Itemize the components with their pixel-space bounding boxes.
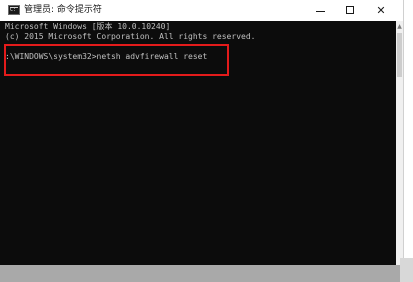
minimize-button[interactable] (305, 0, 335, 21)
window-edge (400, 258, 413, 282)
close-button[interactable]: ✕ (366, 0, 396, 21)
vertical-scrollbar[interactable]: ▲ (396, 21, 403, 265)
console-output[interactable]: Microsoft Windows [版本 10.0.10240] (c) 20… (0, 21, 396, 265)
highlight-annotation (4, 44, 229, 76)
scroll-thumb[interactable] (397, 33, 402, 77)
maximize-icon (346, 6, 354, 14)
window-title: 管理员: 命令提示符 (24, 5, 102, 15)
cmd-icon (8, 5, 20, 15)
command-prompt-window: 管理员: 命令提示符 ✕ Microsoft Windows [版本 10.0.… (0, 0, 404, 265)
taskbar-strip (0, 265, 413, 282)
close-icon: ✕ (376, 4, 386, 17)
scroll-up-icon[interactable]: ▲ (396, 23, 403, 30)
minimize-icon (316, 11, 325, 12)
console-line: Microsoft Windows [版本 10.0.10240] (5, 22, 171, 31)
console-line: (c) 2015 Microsoft Corporation. All righ… (5, 32, 256, 41)
title-bar[interactable]: 管理员: 命令提示符 ✕ (0, 0, 403, 21)
maximize-button[interactable] (335, 0, 365, 21)
